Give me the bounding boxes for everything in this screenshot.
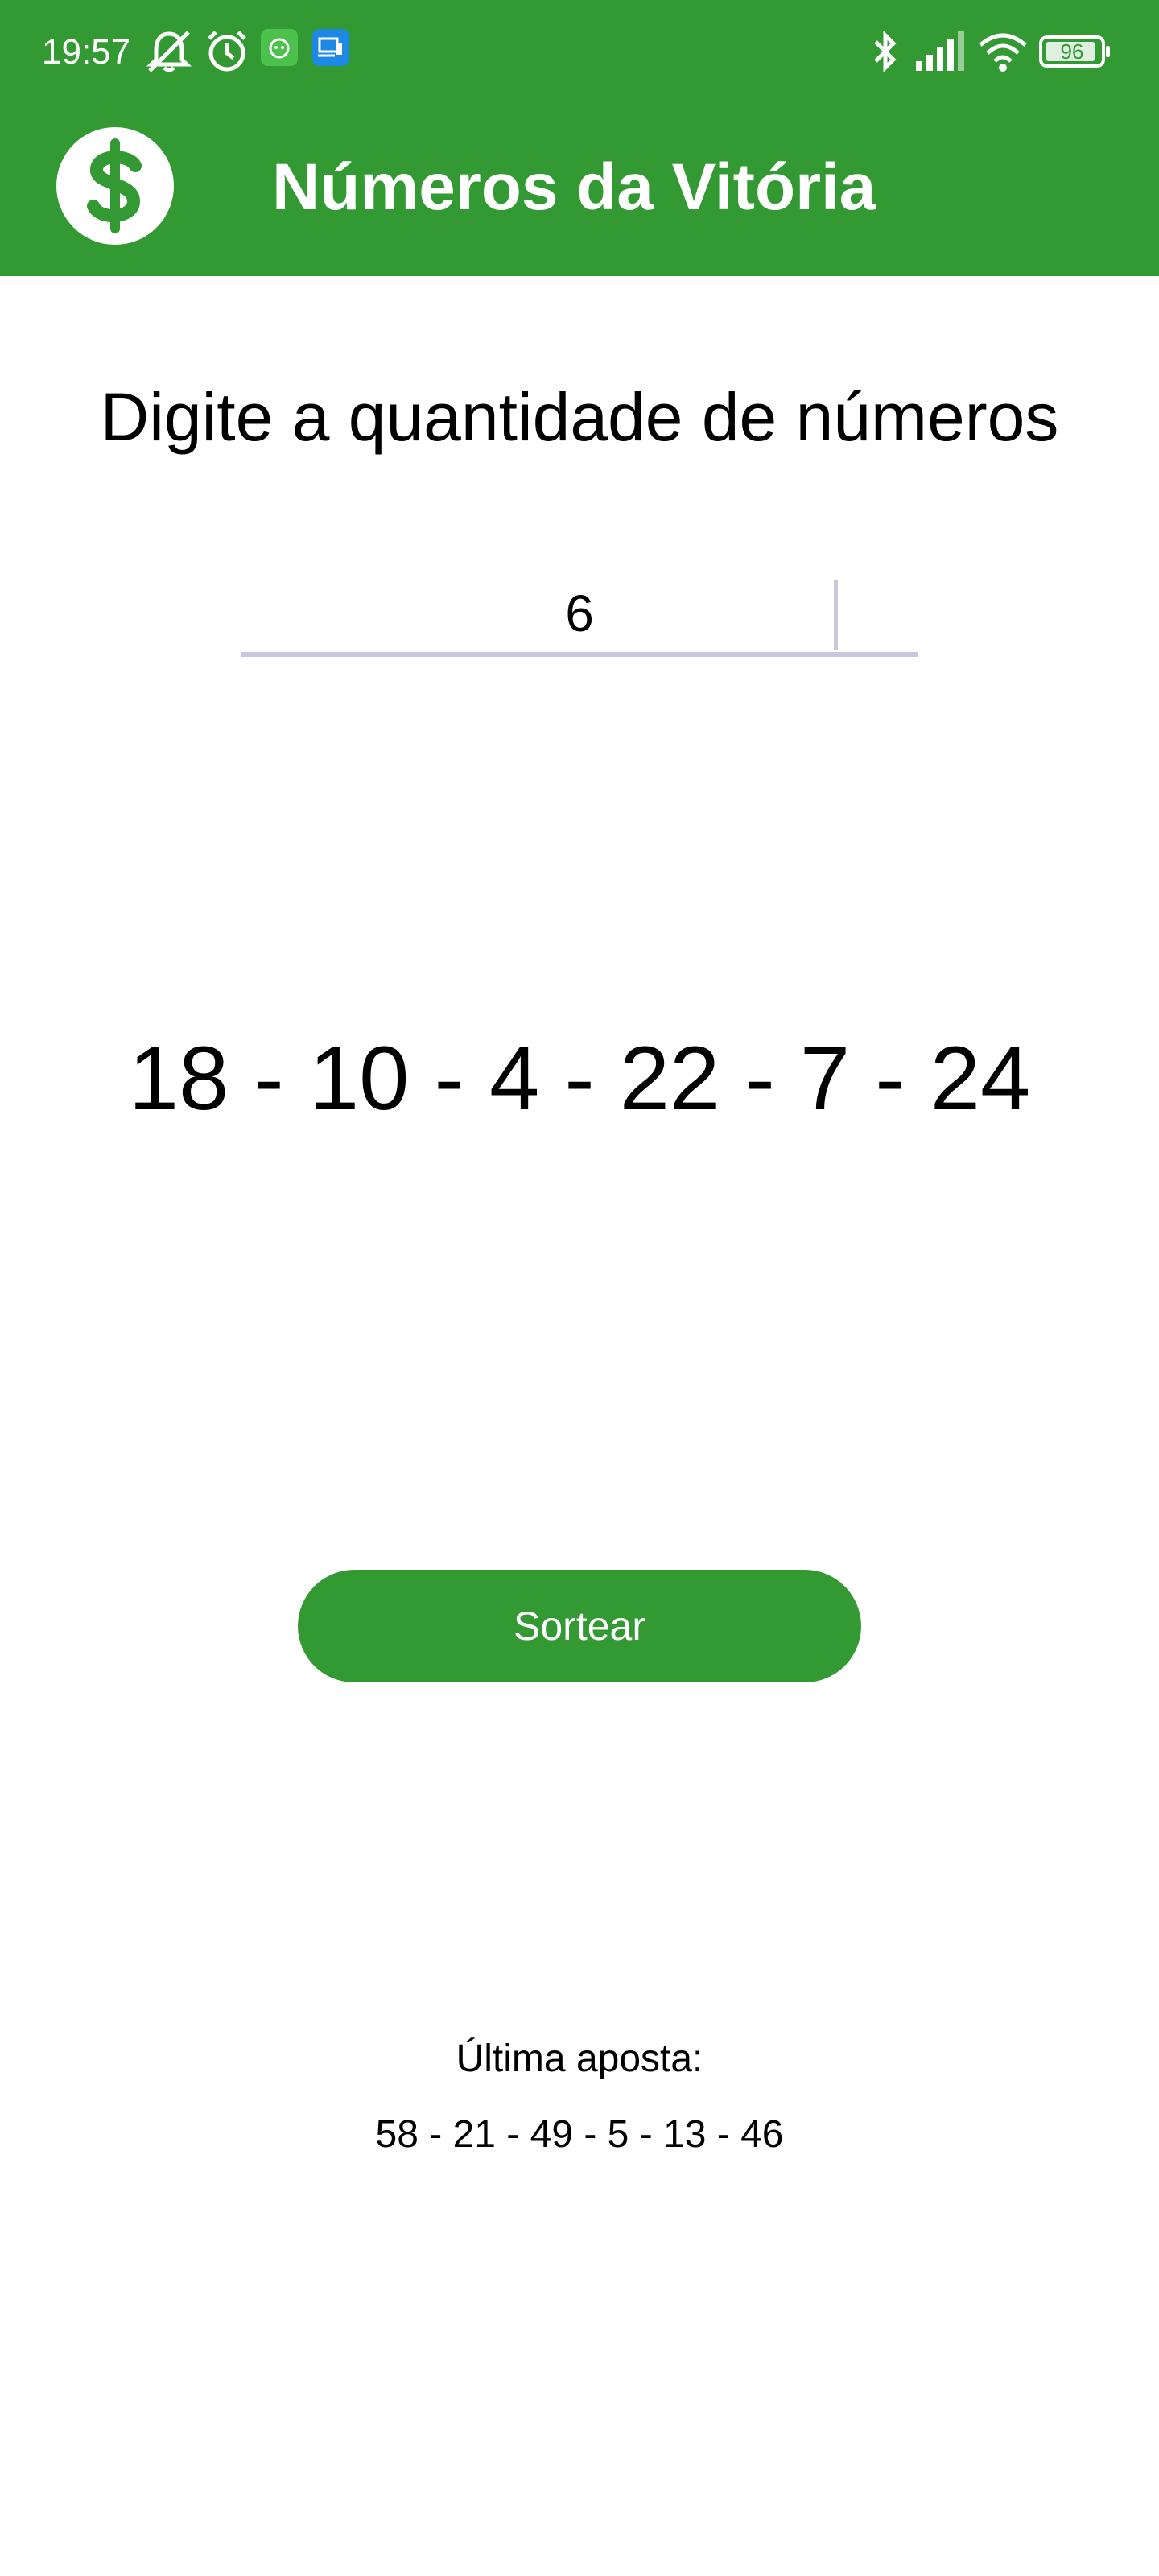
screen-cast-icon [312, 29, 349, 66]
app-notification-icon [261, 29, 298, 66]
quantity-underline [241, 652, 918, 657]
bluetooth-icon [874, 30, 897, 73]
battery-icon: 96 [1039, 35, 1110, 68]
quantity-field[interactable] [241, 573, 918, 657]
last-bet-values: 58 - 21 - 49 - 5 - 13 - 46 [375, 2113, 784, 2156]
dollar-sign-icon [56, 127, 174, 245]
last-bet-label: Última aposta: [456, 2037, 703, 2080]
status-time: 19:57 [42, 32, 131, 72]
text-cursor [834, 580, 838, 650]
quantity-input[interactable] [241, 573, 918, 654]
app-title: Números da Vitória [272, 151, 876, 224]
status-bar: 19:57 96 [0, 0, 1159, 105]
notifications-off-icon [146, 31, 192, 72]
quantity-prompt: Digite a quantidade de números [100, 379, 1059, 455]
app-bar: 19:57 96 Números da Vitória [0, 0, 1159, 276]
battery-level: 96 [1061, 39, 1084, 64]
draw-result: 18 - 10 - 4 - 22 - 7 - 24 [128, 1028, 1031, 1129]
signal-icon [916, 31, 964, 71]
wifi-icon [979, 33, 1027, 72]
alarm-icon [208, 31, 246, 72]
draw-button[interactable]: Sortear [298, 1570, 861, 1682]
